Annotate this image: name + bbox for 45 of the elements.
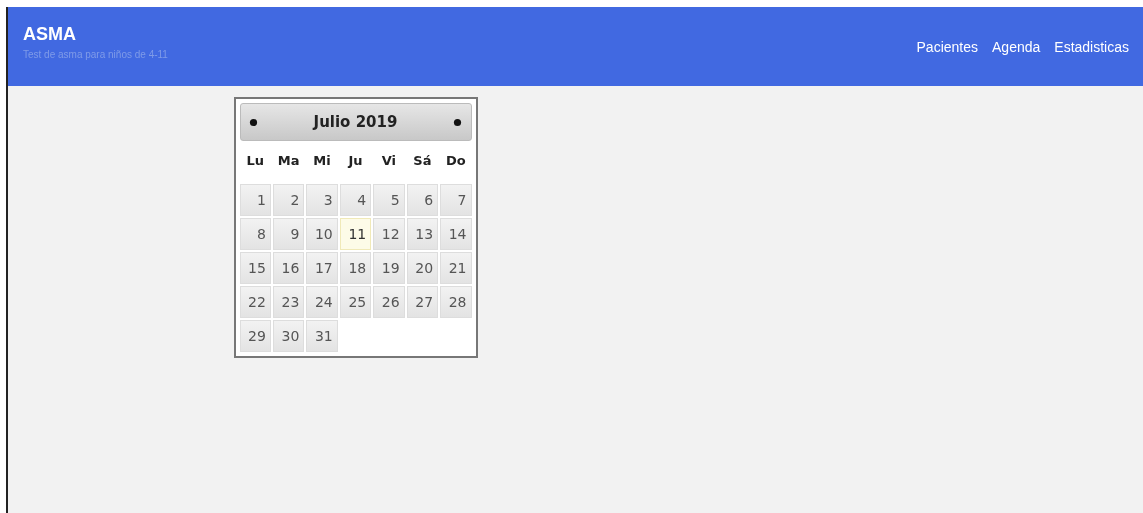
calendar-day[interactable]: 22	[239, 286, 271, 318]
calendar-day[interactable]: 12	[373, 218, 405, 250]
calendar-day[interactable]: 16	[272, 252, 305, 284]
nav-link[interactable]: Agenda	[992, 39, 1041, 86]
calendar-day[interactable]: 25	[339, 286, 372, 318]
calendar-day[interactable]: 17	[306, 252, 338, 284]
previous-month-icon[interactable]	[248, 117, 258, 127]
calendar-day[interactable]: 20	[406, 252, 439, 284]
calendar-day[interactable]: 2	[272, 184, 305, 216]
calendar-day[interactable]: 15	[239, 252, 271, 284]
weekday-label: Ju	[346, 152, 364, 170]
calendar-day[interactable]: 31	[306, 320, 338, 352]
calendar-day[interactable]: 8	[239, 218, 271, 250]
app-title: ASMA	[23, 24, 77, 45]
next-month-icon[interactable]	[453, 117, 463, 127]
calendar-day[interactable]: 18	[339, 252, 372, 284]
calendar-day[interactable]: 7	[440, 184, 472, 216]
calendar-day[interactable]: 21	[440, 252, 472, 284]
calendar-day[interactable]: 13	[406, 218, 439, 250]
calendar-day[interactable]: 29	[239, 320, 271, 352]
calendar-day[interactable]: 6	[406, 184, 439, 216]
nav-link[interactable]: Pacientes	[916, 39, 978, 86]
weekday-label: Vi	[380, 152, 398, 170]
weekday-label: Mi	[312, 152, 332, 170]
calendar-day[interactable]: 10	[306, 218, 338, 250]
calendar-day[interactable]: 23	[272, 286, 305, 318]
calendar-day[interactable]: 26	[373, 286, 405, 318]
calendar-day[interactable]: 1	[239, 184, 271, 216]
weekday-label: Lu	[245, 152, 265, 170]
weekday-label: Sá	[412, 152, 433, 170]
calendar-day[interactable]: 30	[272, 320, 305, 352]
calendar-day[interactable]: 28	[440, 286, 472, 318]
calendar-day[interactable]: 11	[339, 218, 372, 250]
calendar-day[interactable]: 27	[406, 286, 439, 318]
weekday-label: Ma	[276, 152, 301, 170]
nav-link[interactable]: Estadisticas	[1054, 39, 1129, 86]
month-title: Julio 2019	[313, 113, 398, 131]
weekday-label: Do	[444, 152, 467, 170]
calendar-day[interactable]: 5	[373, 184, 405, 216]
calendar-day[interactable]: 19	[373, 252, 405, 284]
calendar-day[interactable]: 4	[339, 184, 372, 216]
calendar-day[interactable]: 14	[440, 218, 472, 250]
calendar-day[interactable]: 24	[306, 286, 338, 318]
calendar-day[interactable]: 9	[272, 218, 305, 250]
calendar-day[interactable]: 3	[306, 184, 338, 216]
